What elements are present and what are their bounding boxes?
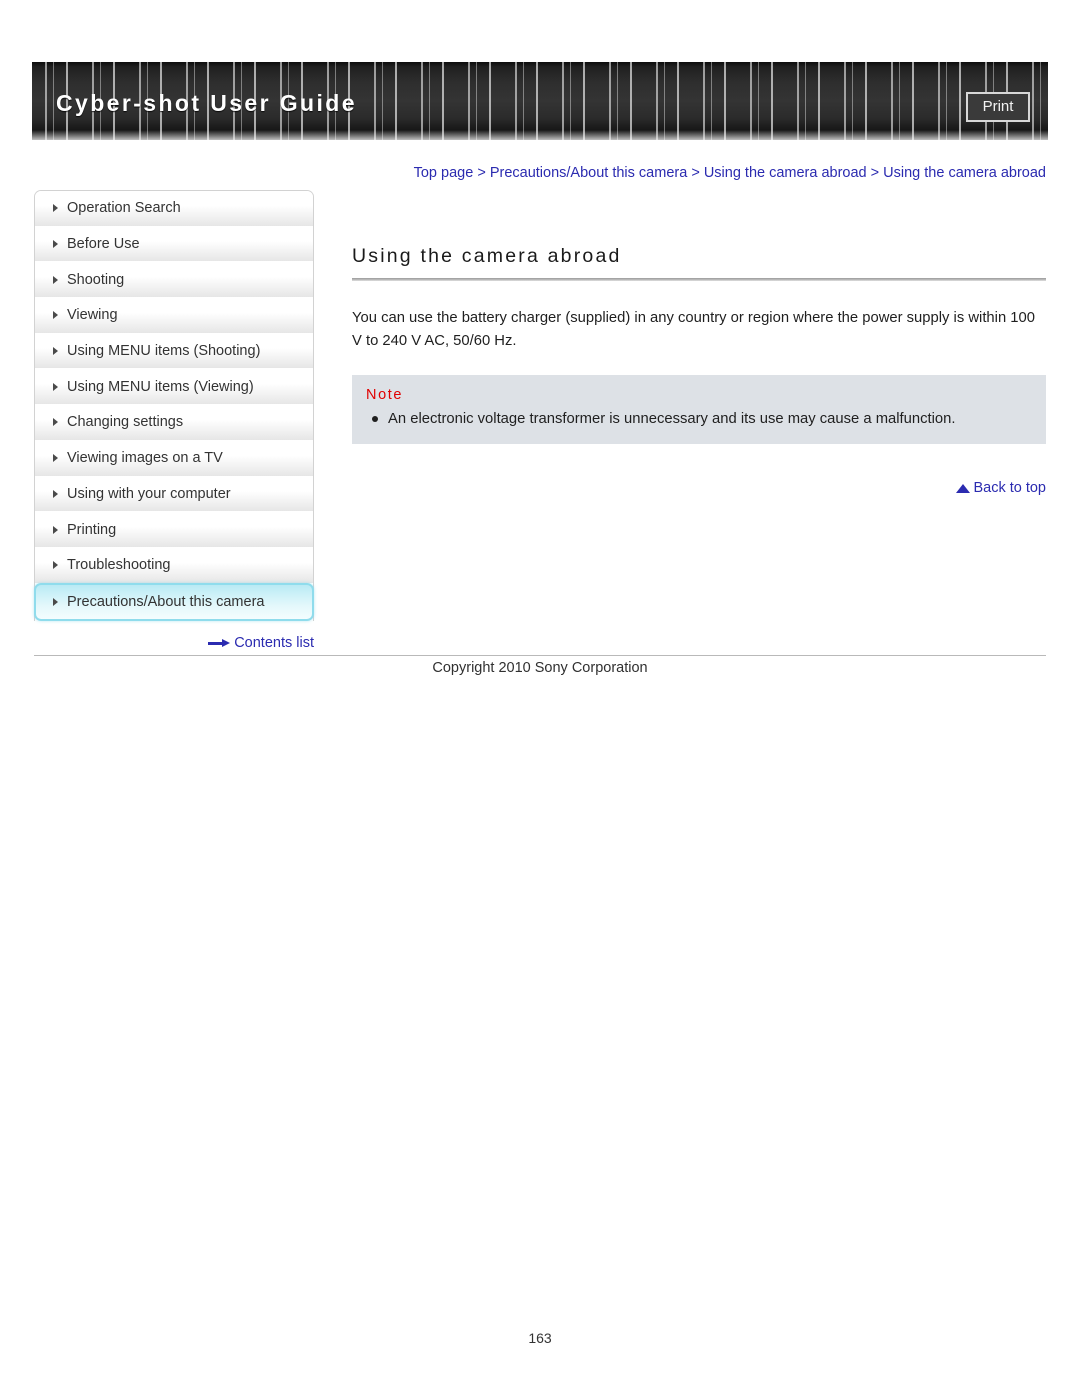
note-label: Note — [366, 387, 404, 403]
triangle-bullet-icon — [53, 489, 58, 498]
note-list: An electronic voltage transformer is unn… — [366, 408, 1032, 430]
sidebar-item-troubleshooting[interactable]: Troubleshooting — [35, 547, 313, 584]
sidebar-item-label: Using MENU items (Viewing) — [67, 378, 254, 395]
header-banner: Cyber-shot User Guide Print — [32, 62, 1048, 140]
triangle-bullet-icon — [53, 204, 58, 213]
sidebar-item-label: Viewing images on a TV — [67, 450, 223, 467]
sidebar-item-viewing-images-on-a-tv[interactable]: Viewing images on a TV — [35, 440, 313, 477]
triangle-bullet-icon — [53, 561, 58, 570]
triangle-bullet-icon — [53, 597, 58, 606]
sidebar-item-using-menu-items-shooting[interactable]: Using MENU items (Shooting) — [35, 333, 313, 370]
sidebar-item-before-use[interactable]: Before Use — [35, 226, 313, 263]
note-list-item: An electronic voltage transformer is unn… — [366, 408, 1032, 430]
body-paragraph: You can use the battery charger (supplie… — [352, 310, 1035, 349]
sidebar-item-label: Using with your computer — [67, 485, 231, 502]
footer-divider — [34, 655, 1046, 656]
breadcrumb-separator: > — [691, 165, 700, 181]
triangle-bullet-icon — [53, 240, 58, 249]
breadcrumb-separator: > — [870, 165, 880, 181]
triangle-bullet-icon — [53, 382, 58, 391]
note-box: Note An electronic voltage transformer i… — [352, 375, 1046, 444]
sidebar-item-printing[interactable]: Printing — [35, 512, 313, 548]
copyright-text: Copyright 2010 Sony Corporation — [432, 660, 648, 676]
triangle-bullet-icon — [53, 311, 58, 320]
triangle-bullet-icon — [53, 418, 58, 427]
sidebar-item-label: Before Use — [67, 236, 140, 253]
sidebar-item-label: Using MENU items (Shooting) — [67, 343, 261, 360]
triangle-bullet-icon — [53, 525, 58, 534]
sidebar-item-viewing[interactable]: Viewing — [35, 298, 313, 334]
sidebar-item-label: Changing settings — [67, 414, 184, 431]
contents-list-link[interactable]: Contents list — [34, 635, 314, 651]
sidebar-item-changing-settings[interactable]: Changing settings — [35, 405, 313, 441]
contents-list-label: Contents list — [234, 635, 314, 651]
page-number: 163 — [528, 1330, 552, 1346]
breadcrumb-item-current: Using the camera abroad — [883, 165, 1046, 181]
breadcrumb-item-using-camera-abroad[interactable]: Using the camera abroad — [704, 165, 867, 181]
back-to-top-link[interactable]: Back to top — [352, 480, 1046, 496]
page-title-banner: Cyber-shot User Guide — [56, 90, 357, 116]
back-to-top-label: Back to top — [973, 480, 1046, 496]
sidebar-item-operation-search[interactable]: Operation Search — [35, 191, 313, 227]
main-content: Using the camera abroad You can use the … — [352, 245, 1046, 496]
sidebar-item-label: Troubleshooting — [67, 557, 171, 574]
sidebar-item-label: Shooting — [67, 271, 125, 288]
triangle-bullet-icon — [53, 347, 58, 356]
triangle-bullet-icon — [53, 275, 58, 284]
triangle-up-icon — [956, 484, 971, 493]
sidebar-item-using-with-your-computer[interactable]: Using with your computer — [35, 476, 313, 513]
title-divider — [352, 278, 1046, 281]
breadcrumb-item-precautions[interactable]: Precautions/About this camera — [490, 165, 687, 181]
triangle-bullet-icon — [53, 454, 58, 463]
print-button[interactable]: Print — [966, 92, 1030, 122]
breadcrumb-item-top-page[interactable]: Top page — [414, 165, 474, 181]
arrow-right-icon — [208, 639, 231, 648]
breadcrumb-separator: > — [477, 165, 486, 181]
sidebar-item-label: Precautions/About this camera — [67, 593, 265, 610]
breadcrumb: Top page > Precautions/About this camera… — [352, 163, 1046, 184]
sidebar-navigation: Operation Search Before Use Shooting Vie… — [34, 190, 314, 621]
sidebar-item-label: Printing — [67, 521, 117, 538]
sidebar-item-label: Viewing — [67, 307, 118, 324]
sidebar-item-shooting[interactable]: Shooting — [35, 262, 313, 299]
sidebar-item-label: Operation Search — [67, 200, 181, 217]
page-title: Using the camera abroad — [352, 245, 622, 267]
sidebar-item-precautions-about-this-camera[interactable]: Precautions/About this camera — [34, 582, 314, 621]
sidebar-item-using-menu-items-viewing[interactable]: Using MENU items (Viewing) — [35, 369, 313, 406]
